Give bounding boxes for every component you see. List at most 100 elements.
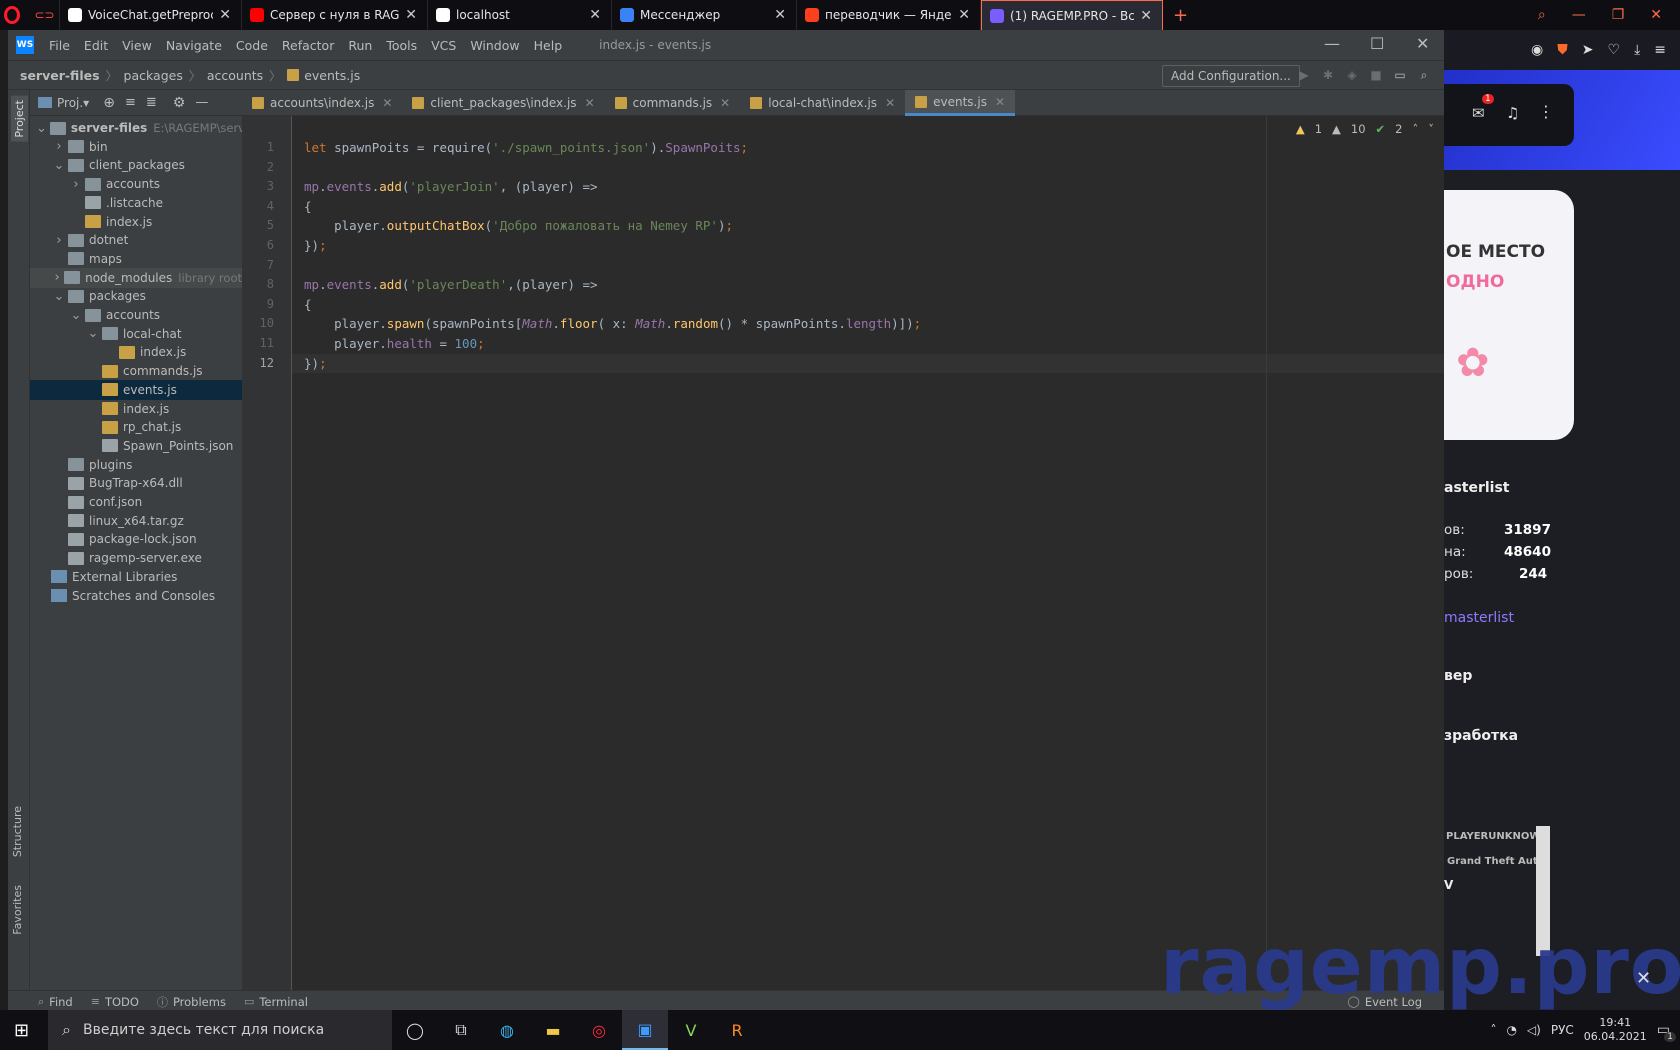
close-icon[interactable]: ✕ [1416, 34, 1429, 53]
tree-item[interactable]: rp_chat.js [30, 417, 242, 437]
add-configuration-button[interactable]: Add Configuration... [1162, 65, 1300, 87]
tool-problems[interactable]: ⓘ Problems [157, 994, 226, 1010]
tree-item[interactable]: ⌄ server-files E:\RAGEMP\serve [30, 118, 242, 138]
close-icon[interactable]: ✕ [958, 7, 970, 23]
chevron-down-icon[interactable]: ⌄ [53, 289, 65, 304]
code-line[interactable] [292, 158, 1444, 177]
cortana-icon[interactable]: ◯ [392, 1010, 438, 1050]
collapse-all-icon[interactable]: ≣ [146, 95, 157, 110]
code-line[interactable] [292, 256, 1444, 275]
code-line[interactable]: player.health = 100; [292, 334, 1444, 353]
menu-vcs[interactable]: VCS [424, 38, 463, 53]
chevron-right-icon[interactable]: › [53, 139, 65, 154]
editor-tab[interactable]: accounts\index.js ✕ [242, 90, 402, 116]
browser-tab[interactable]: Сервер с нуля в RAGE MP ✕ [242, 0, 428, 30]
code-line[interactable]: }); [292, 236, 1444, 255]
tree-item[interactable]: conf.json [30, 492, 242, 512]
restore-icon[interactable]: ❐ [1612, 7, 1625, 23]
menu-navigate[interactable]: Navigate [159, 38, 229, 53]
menu-window[interactable]: Window [463, 38, 526, 53]
chevron-down-icon[interactable]: ⌄ [36, 121, 47, 136]
favorites-tool-button[interactable]: Favorites [11, 885, 24, 935]
editor-tab[interactable]: commands.js ✕ [605, 90, 741, 116]
download-icon[interactable]: ⤓ [1634, 42, 1640, 58]
project-structure-icon[interactable]: ▭ [1392, 68, 1408, 84]
gta-v-icon[interactable]: V [668, 1010, 714, 1050]
search-everywhere-icon[interactable]: ⌕ [1416, 68, 1432, 84]
close-icon[interactable]: ✕ [995, 95, 1005, 109]
network-icon[interactable]: ◔ [1506, 1023, 1516, 1037]
tree-item[interactable]: package-lock.json [30, 529, 242, 549]
tree-item[interactable]: index.js [30, 212, 242, 232]
tree-item[interactable]: index.js [30, 342, 242, 362]
tree-item[interactable]: › accounts [30, 174, 242, 194]
chevron-right-icon[interactable]: › [53, 233, 65, 248]
project-tool-button[interactable]: Project [11, 96, 28, 142]
edge-icon[interactable]: ◍ [484, 1010, 530, 1050]
notification-center-icon[interactable]: ▭ 1 [1657, 1022, 1676, 1042]
tree-item[interactable]: ⌄ local-chat [30, 324, 242, 344]
minimize-icon[interactable]: — [1324, 34, 1340, 53]
menu-help[interactable]: Help [527, 38, 570, 53]
hide-panel-icon[interactable]: — [195, 95, 208, 110]
run-icon[interactable]: ▶ [1296, 68, 1312, 84]
code-line[interactable]: { [292, 295, 1444, 314]
chevron-up-icon[interactable]: ˄ [1490, 1023, 1496, 1037]
chevron-down-icon[interactable]: ⌄ [87, 326, 99, 341]
close-icon[interactable]: ✕ [774, 7, 786, 23]
close-icon[interactable]: ✕ [589, 7, 601, 23]
stop-icon[interactable]: ■ [1368, 68, 1384, 84]
editor-tab[interactable]: client_packages\index.js ✕ [402, 90, 604, 116]
menu-run[interactable]: Run [341, 38, 379, 53]
webstorm-logo-icon[interactable]: WS [16, 36, 34, 54]
locate-icon[interactable]: ⊕ [103, 95, 115, 111]
coverage-icon[interactable]: ◈ [1344, 68, 1360, 84]
tree-item[interactable]: › node_modules library root [30, 267, 242, 288]
code-editor[interactable]: let spawnPoits = require('./spawn_points… [292, 116, 1444, 990]
close-icon[interactable]: ✕ [1650, 7, 1662, 23]
bell-icon[interactable]: ♫ [1506, 104, 1519, 122]
editor-tab[interactable]: local-chat\index.js ✕ [740, 90, 905, 116]
code-line[interactable]: { [292, 197, 1444, 216]
menu-view[interactable]: View [115, 38, 159, 53]
menu-edit[interactable]: Edit [77, 38, 115, 53]
tree-item[interactable]: › bin [30, 137, 242, 157]
more-icon[interactable]: ⋮ [1538, 102, 1554, 121]
opera-icon[interactable]: ◎ [576, 1010, 622, 1050]
clock[interactable]: 19:41 06.04.2021 [1584, 1016, 1647, 1044]
code-line[interactable]: }); [292, 353, 1444, 373]
shield-icon[interactable]: ⛊ [1557, 42, 1568, 58]
menu-icon[interactable]: ≡ [1654, 42, 1666, 58]
chevron-right-icon[interactable]: › [70, 177, 82, 192]
tool-find[interactable]: ⌕ Find [38, 994, 73, 1010]
tree-item[interactable]: Scratches and Consoles [30, 586, 242, 606]
heart-icon[interactable]: ♡ [1608, 42, 1621, 58]
volume-icon[interactable]: ◁) [1527, 1023, 1541, 1037]
code-line[interactable]: mp.events.add('playerJoin', (player) => [292, 177, 1444, 196]
close-icon[interactable]: ✕ [1140, 8, 1152, 24]
tree-item[interactable]: › dotnet [30, 230, 242, 250]
code-line[interactable]: player.spawn(spawnPoints[Math.floor( x: … [292, 314, 1444, 333]
send-icon[interactable]: ➤ [1582, 42, 1594, 58]
editor-tab[interactable]: events.js ✕ [905, 90, 1016, 116]
close-icon[interactable]: ✕ [219, 7, 231, 23]
tree-item[interactable]: ⌄ accounts [30, 305, 242, 325]
inspection-widget[interactable]: ▲ 1 ▲ 10 ✔ 2 ˄ ˅ [1296, 122, 1444, 136]
expand-all-icon[interactable]: ≡ [125, 95, 136, 110]
browser-tab[interactable]: VoiceChat.getPreprocessin ✕ [60, 0, 242, 30]
language-indicator[interactable]: РУС [1551, 1023, 1574, 1037]
tree-item[interactable]: ⌄ packages [30, 286, 242, 306]
gear-icon[interactable]: ⚙ [173, 95, 186, 111]
search-icon[interactable]: ⌕ [1538, 7, 1546, 23]
browser-tab[interactable]: localhost ✕ [428, 0, 612, 30]
close-icon[interactable]: ✕ [405, 7, 417, 23]
tree-item[interactable]: maps [30, 249, 242, 269]
tree-item[interactable]: ragemp-server.exe [30, 548, 242, 568]
tree-item[interactable]: events.js [30, 379, 242, 400]
code-line[interactable]: let spawnPoits = require('./spawn_points… [292, 138, 1444, 157]
masterlist-link[interactable]: masterlist [1444, 610, 1514, 626]
task-view-icon[interactable]: ⧉ [438, 1010, 484, 1050]
tree-item[interactable]: Spawn_Points.json [30, 436, 242, 456]
minimize-icon[interactable]: — [1572, 7, 1586, 23]
breadcrumb-accounts[interactable]: accounts [207, 68, 263, 83]
